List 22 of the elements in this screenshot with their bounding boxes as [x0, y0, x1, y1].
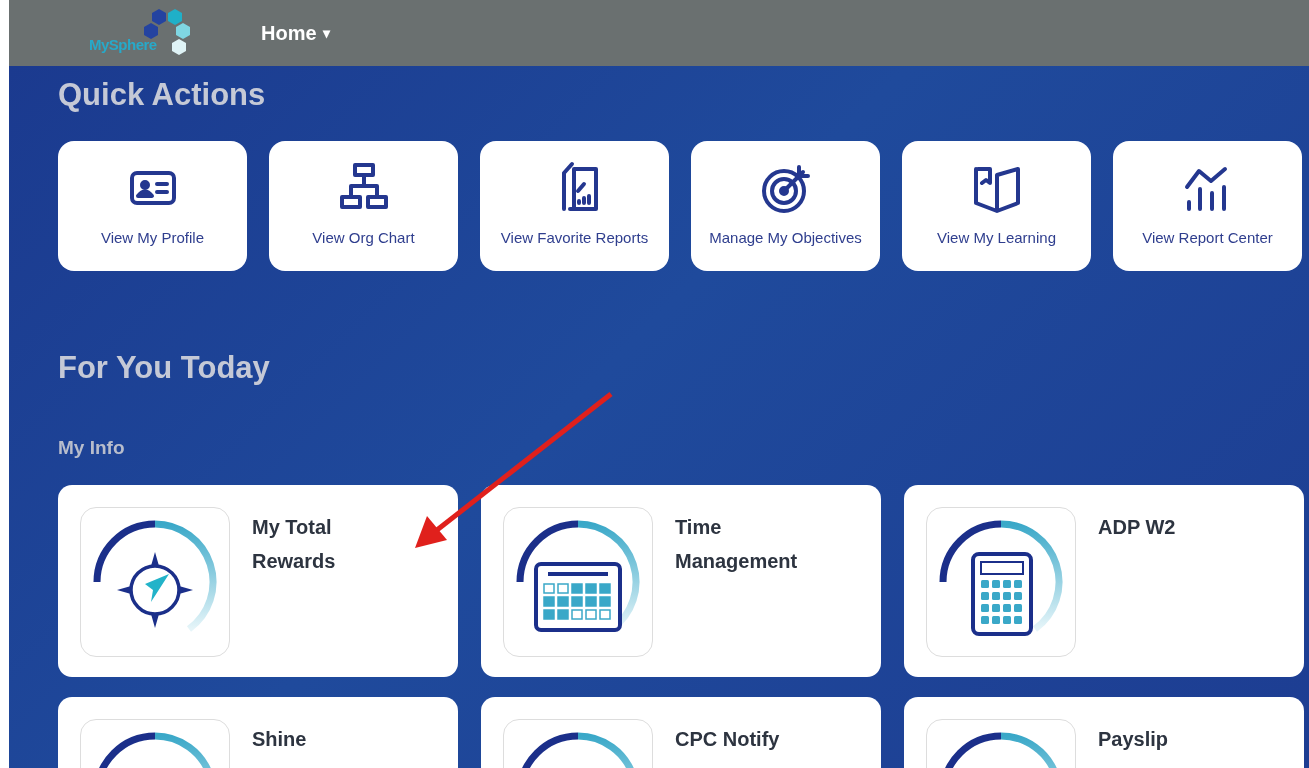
section-title: Quick Actions: [58, 76, 267, 114]
app-tile[interactable]: Payslip: [904, 697, 1304, 768]
quick-action-tile[interactable]: View My Profile: [58, 141, 247, 271]
quick-action-tile[interactable]: View Report Center: [1113, 141, 1302, 271]
home-menu[interactable]: Home ▾: [261, 21, 330, 45]
app-tile[interactable]: CPC Notify: [481, 697, 881, 768]
app-tile[interactable]: ADP W2: [904, 485, 1304, 677]
section-title: For You Today: [58, 349, 271, 387]
tile-title: Shine: [252, 727, 308, 752]
tile-title: Time Management: [675, 515, 795, 574]
quick-action-tile[interactable]: View My Learning: [902, 141, 1091, 271]
quick-action-tile[interactable]: View Org Chart: [269, 141, 458, 271]
app-tile[interactable]: Shine: [58, 697, 458, 768]
quick-action-tile[interactable]: View Favorite Reports: [480, 141, 669, 271]
app-tile[interactable]: My Total Rewards: [58, 485, 458, 677]
tile-title: Payslip: [1098, 727, 1170, 752]
quick-action-tile[interactable]: Manage My Objectives: [691, 141, 880, 271]
subsection-title: My Info: [58, 437, 126, 459]
app-tile[interactable]: Time Management: [481, 485, 881, 677]
tile-title: ADP W2: [1098, 515, 1177, 540]
tile-title: CPC Notify: [675, 727, 781, 752]
tile-title: My Total Rewards: [252, 515, 337, 574]
